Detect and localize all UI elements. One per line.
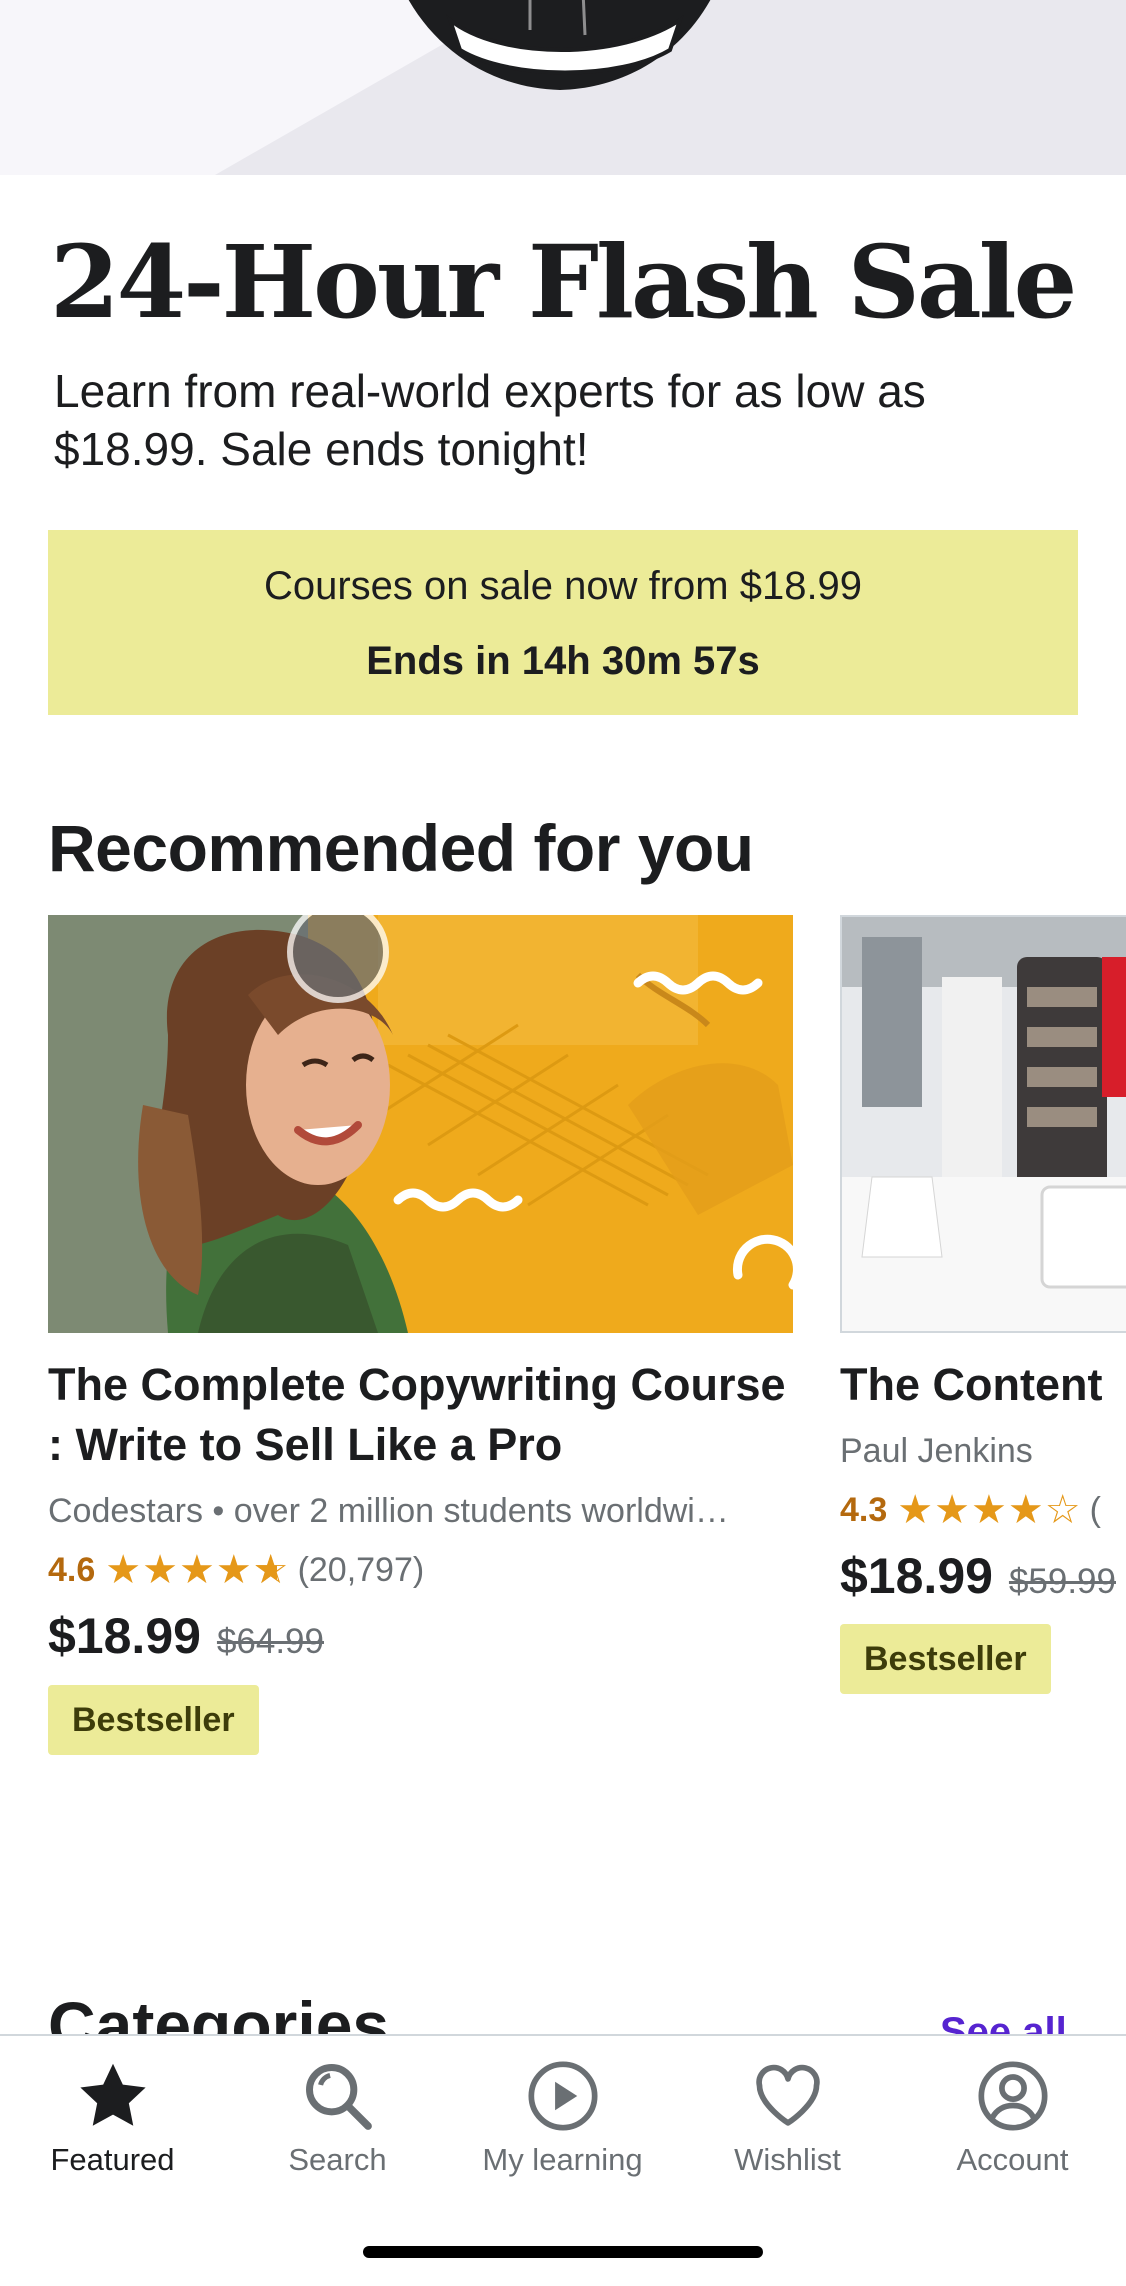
bestseller-badge: Bestseller (48, 1685, 259, 1755)
tab-label: Account (956, 2142, 1069, 2177)
original-price: $59.99 (1008, 1562, 1116, 1601)
course-title: The Complete Copywriting Course : Write … (48, 1359, 786, 1470)
price-row: $18.99 $59.99 (840, 1547, 1116, 1605)
course-title: The Content (840, 1359, 1103, 1410)
star-icon (0, 2058, 225, 2138)
tab-label: My learning (482, 2142, 643, 2177)
tab-account[interactable]: Account (900, 2036, 1125, 2206)
promo-banner[interactable]: Courses on sale now from $18.99 Ends in … (48, 530, 1078, 715)
rating-row: 4.3 ★★★★☆ ( (840, 1487, 1101, 1533)
touch-indicator-icon (287, 915, 389, 1003)
course-thumbnail-art (842, 917, 1126, 1331)
tab-search[interactable]: Search (225, 2036, 450, 2206)
star-rating-icon: ★★★★☆ (897, 1488, 1082, 1532)
sale-subtitle: Learn from real-world experts for as low… (54, 365, 926, 475)
heart-icon (675, 2058, 900, 2138)
tab-label: Wishlist (734, 2142, 841, 2177)
search-icon (225, 2058, 450, 2138)
recommended-title: Recommended for you (48, 811, 754, 885)
rating-value: 4.3 (840, 1490, 888, 1529)
course-instructor: Paul Jenkins (840, 1432, 1033, 1470)
course-instructor: Codestars • over 2 million students worl… (48, 1492, 729, 1530)
course-thumbnail (840, 915, 1126, 1333)
tab-featured[interactable]: Featured (0, 2036, 225, 2206)
price: $18.99 (48, 1608, 201, 1664)
rating-count: ( (1089, 1490, 1101, 1529)
account-icon (900, 2058, 1125, 2138)
course-card[interactable]: The Content Paul Jenkins 4.3 ★★★★☆ ( $18… (840, 915, 1126, 1765)
sale-title: 24-Hour Flash Sale (50, 223, 1077, 341)
bestseller-badge: Bestseller (840, 1624, 1051, 1694)
price: $18.99 (840, 1548, 993, 1604)
person-drawing (408, 0, 711, 90)
home-indicator[interactable] (363, 2246, 763, 2258)
hero-illustration (0, 0, 1126, 175)
play-circle-icon (450, 2058, 675, 2138)
rating-count: (20,797) (297, 1550, 425, 1589)
rating-row: 4.6 ★★★★ ★ ☆ (20,797) (48, 1547, 424, 1593)
star-rating-icon: ★★★★ ★ ☆ (105, 1548, 290, 1592)
tab-my-learning[interactable]: My learning (450, 2036, 675, 2206)
original-price: $64.99 (216, 1622, 324, 1661)
course-thumbnail (48, 915, 793, 1333)
countdown-timer: Ends in 14h 30m 57s (366, 639, 760, 683)
course-thumbnail-art (48, 915, 793, 1333)
tab-label: Search (288, 2142, 387, 2177)
rating-value: 4.6 (48, 1550, 96, 1589)
course-card[interactable]: The Complete Copywriting Course : Write … (48, 915, 793, 1765)
tab-label: Featured (50, 2142, 175, 2177)
tab-wishlist[interactable]: Wishlist (675, 2036, 900, 2206)
price-row: $18.99 $64.99 (48, 1607, 324, 1665)
promo-line: Courses on sale now from $18.99 (263, 564, 863, 608)
